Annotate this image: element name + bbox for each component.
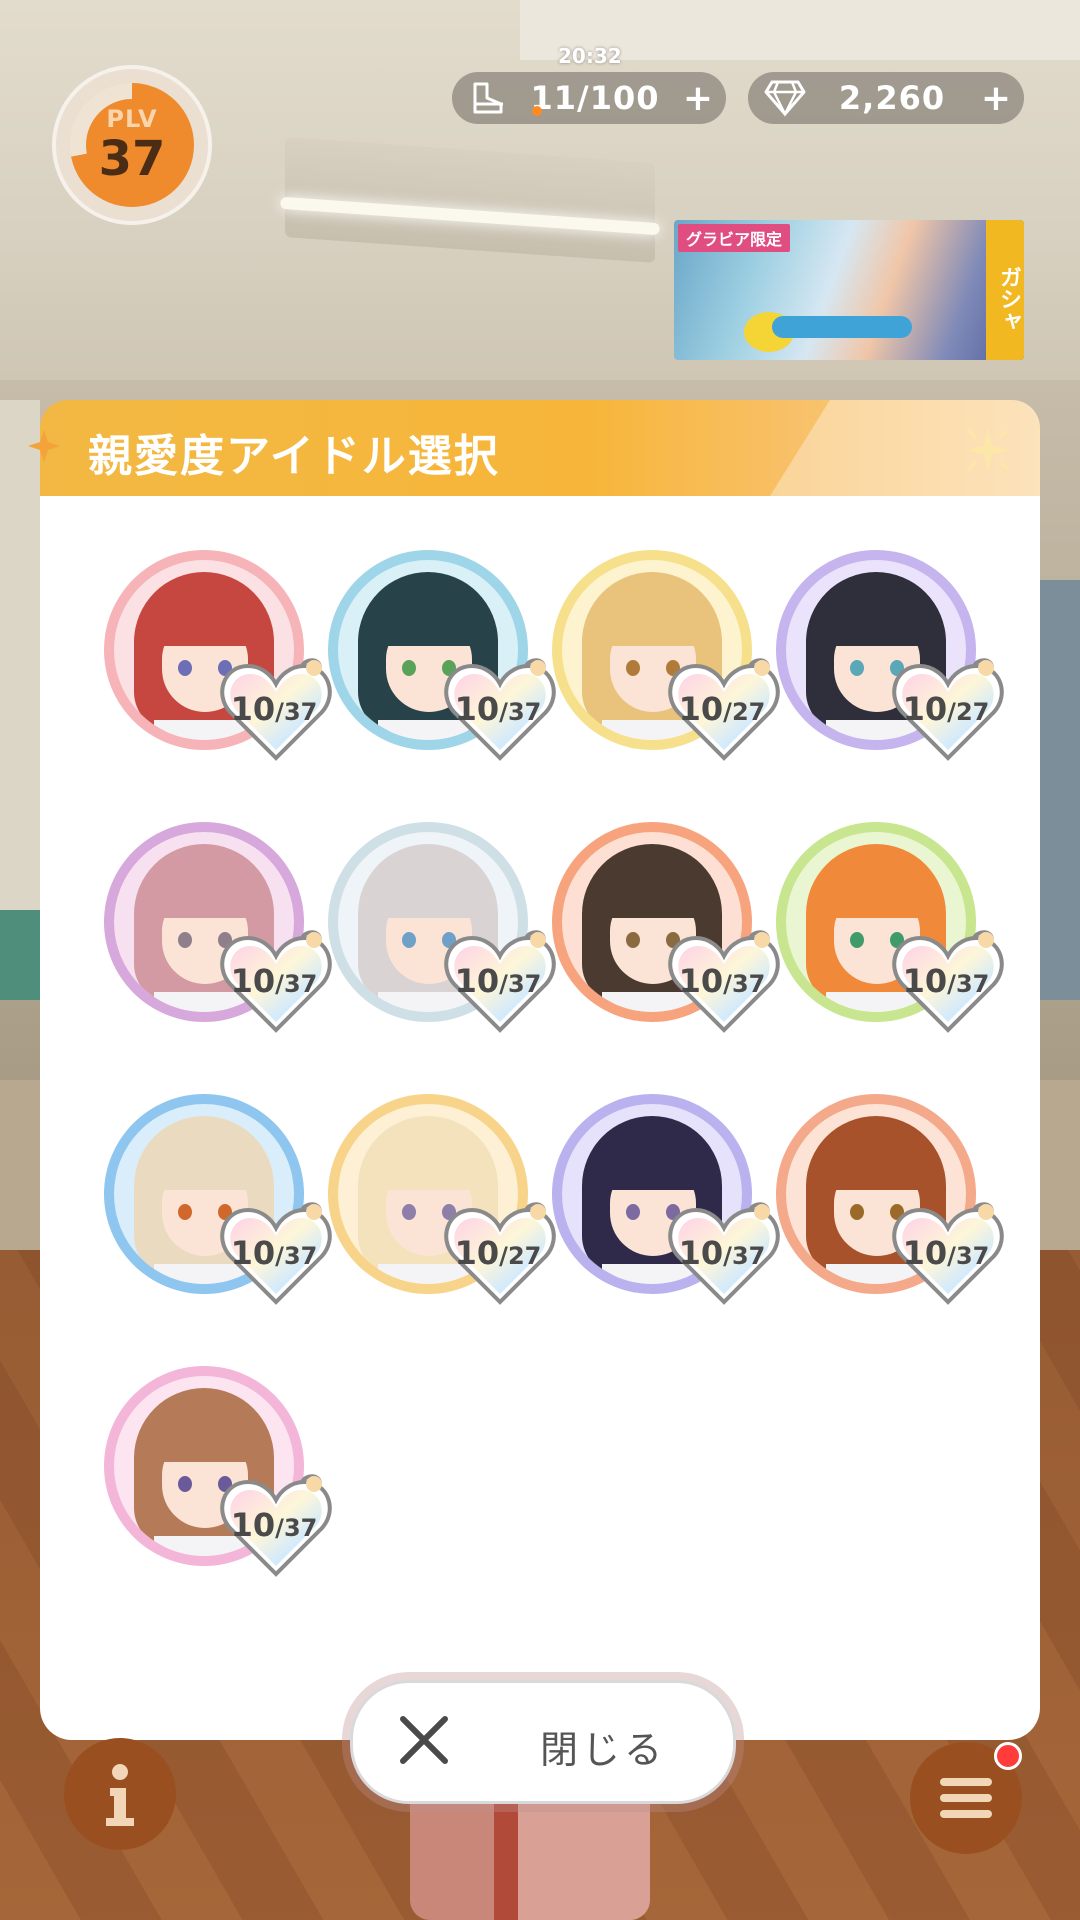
affection-level: 10 [678, 962, 724, 1000]
affection-level-label: 10/37 [902, 1234, 990, 1272]
diamond-icon [762, 75, 808, 121]
add-stamina-button[interactable]: + [678, 78, 718, 119]
affection-level-label: 10/37 [454, 962, 542, 1000]
affection-level: 10 [454, 1234, 500, 1272]
affection-max: 37 [283, 1514, 318, 1542]
dialog-body: 10/37 10/37 10/27 10/27 10/37 10/37 10/37 10/37… [40, 496, 1040, 1740]
dialog-title: 親愛度アイドル選択 [88, 431, 500, 482]
affection-level-label: 10/27 [454, 1234, 542, 1272]
idol-avatar[interactable]: 10/37 [776, 1094, 1004, 1305]
banner-side-label: ガシャ [986, 220, 1024, 360]
close-icon [400, 1716, 448, 1764]
close-label: 閉じる [539, 1728, 666, 1772]
affection-level: 10 [230, 962, 276, 1000]
player-level-label: PLV [106, 105, 158, 133]
affection-max: 37 [283, 970, 318, 998]
affection-level: 10 [902, 962, 948, 1000]
player-level-badge[interactable]: PLV 37 [52, 65, 212, 225]
affection-max: 27 [731, 698, 766, 726]
affection-level-label: 10/27 [678, 690, 766, 728]
idol-avatar[interactable]: 10/37 [104, 550, 332, 761]
affection-level-label: 10/37 [230, 962, 318, 1000]
gem-counter[interactable]: 2,260 + [748, 72, 1024, 124]
idol-avatar[interactable]: 10/37 [328, 550, 556, 761]
affection-max: 37 [507, 698, 542, 726]
menu-notification-badge [994, 1742, 1022, 1770]
affection-level-label: 10/37 [902, 962, 990, 1000]
affection-max: 27 [507, 1242, 542, 1270]
affection-max: 37 [283, 1242, 318, 1270]
banner-tag: グラビア限定 [678, 224, 791, 252]
affection-level: 10 [230, 690, 276, 728]
affection-level: 10 [902, 690, 948, 728]
affection-level: 10 [678, 690, 724, 728]
stamina-counter[interactable]: 11/100 + [452, 72, 726, 124]
affection-level: 10 [902, 1234, 948, 1272]
affection-max: 37 [731, 1242, 766, 1270]
idol-avatar[interactable]: 10/37 [104, 822, 332, 1033]
affection-level-label: 10/37 [678, 962, 766, 1000]
stamina-timer: 20:32 [558, 44, 622, 68]
stamina-indicator-dot [532, 106, 542, 116]
affection-level: 10 [678, 1234, 724, 1272]
idol-avatar[interactable]: 10/37 [552, 822, 780, 1033]
affection-level-label: 10/37 [230, 1506, 318, 1544]
affection-level: 10 [230, 1506, 276, 1544]
dialog-header: 親愛度アイドル選択 [40, 400, 1040, 496]
gacha-banner[interactable]: グラビア限定 ガシャ [674, 220, 1024, 360]
affection-level-label: 10/27 [902, 690, 990, 728]
sparkle-icon [966, 428, 1010, 472]
idol-avatar[interactable]: 10/37 [328, 822, 556, 1033]
info-button[interactable] [64, 1738, 176, 1850]
idol-avatar[interactable]: 10/37 [104, 1094, 332, 1305]
affection-max: 37 [507, 970, 542, 998]
close-button[interactable]: 閉じる [350, 1680, 736, 1804]
affection-idol-select-dialog: 親愛度アイドル選択 10/37 10/37 10/27 10/27 10/37 10/37… [28, 400, 1040, 1740]
info-icon [106, 1764, 134, 1826]
player-level-value: 37 [98, 131, 166, 187]
idol-avatar[interactable]: 10/37 [552, 1094, 780, 1305]
idol-avatar[interactable]: 10/27 [328, 1094, 556, 1305]
gem-value: 2,260 [838, 79, 946, 117]
affection-max: 37 [955, 970, 990, 998]
affection-max: 37 [955, 1242, 990, 1270]
idol-avatar[interactable]: 10/27 [552, 550, 780, 761]
header-star-icon [28, 430, 60, 462]
affection-level: 10 [454, 690, 500, 728]
affection-max: 27 [955, 698, 990, 726]
idol-avatar[interactable]: 10/37 [104, 1366, 332, 1577]
affection-level-label: 10/37 [230, 1234, 318, 1272]
affection-level-label: 10/37 [678, 1234, 766, 1272]
boot-icon [466, 75, 512, 121]
affection-level: 10 [454, 962, 500, 1000]
idol-avatar[interactable]: 10/27 [776, 550, 1004, 761]
affection-level: 10 [230, 1234, 276, 1272]
affection-max: 37 [283, 698, 318, 726]
affection-max: 37 [731, 970, 766, 998]
affection-level-label: 10/37 [454, 690, 542, 728]
add-gems-button[interactable]: + [976, 78, 1016, 119]
idol-avatar[interactable]: 10/37 [776, 822, 1004, 1033]
affection-level-label: 10/37 [230, 690, 318, 728]
